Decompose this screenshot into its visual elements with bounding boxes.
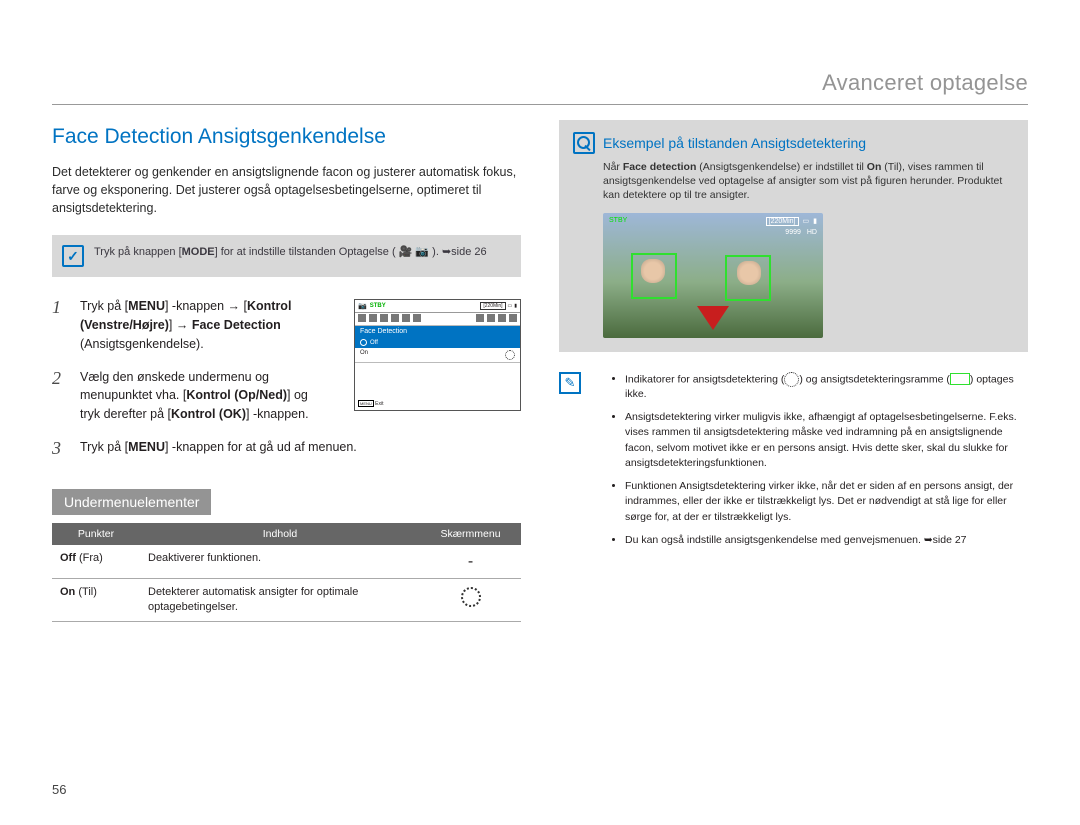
mode-callout: ✓ Tryk på knappen [MODE] for at indstill… (52, 235, 521, 277)
down-arrow-icon (697, 306, 729, 330)
table-header: Punkter (52, 523, 140, 545)
face-detect-icon (784, 372, 799, 387)
submenu-table: Punkter Indhold Skærmmenu Off (Fra) Deak… (52, 523, 521, 622)
note-icon: ✎ (559, 372, 581, 394)
page-title: Face Detection Ansigtsgenkendelse (52, 125, 521, 149)
left-column: Face Detection Ansigtsgenkendelse Det de… (52, 115, 521, 622)
step-1-text: Tryk på [MENU] -knappen → [Kontrol (Vens… (80, 297, 325, 353)
header-rule (52, 104, 1028, 105)
example-callout: Eksempel på tilstanden Ansigtsdetekterin… (559, 120, 1028, 352)
menu-off-row: Off (355, 337, 520, 348)
submenu-header: Undermenuelementer (52, 489, 211, 515)
magnifier-icon (573, 132, 595, 154)
step-number: 3 (52, 438, 68, 459)
step-2-text: Vælg den ønskede undermenu og menupunkte… (80, 368, 325, 424)
example-title: Eksempel på tilstanden Ansigtsdetekterin… (603, 135, 866, 151)
face-detect-frame (725, 255, 771, 301)
section-header: Avanceret optagelse (52, 70, 1028, 96)
mode-callout-text: Tryk på knappen [MODE] for at indstille … (94, 245, 487, 260)
notes-block: ✎ Indikatorer for ansigtsdetektering () … (559, 372, 1028, 556)
check-icon: ✓ (62, 245, 84, 267)
note-item: Funktionen Ansigtsdetektering virker ikk… (625, 479, 1028, 525)
face-detect-icon (461, 587, 481, 607)
step-number: 2 (52, 368, 68, 389)
page-number: 56 (52, 782, 66, 797)
menu-on-row: On (355, 348, 520, 363)
example-photo: STBY [220Min] ▭▮ 9999 HD (603, 213, 823, 338)
step-3: 3 Tryk på [MENU] -knappen for at gå ud a… (52, 438, 521, 459)
note-item: Du kan også indstille ansigtsgenkendelse… (625, 533, 1028, 548)
step-3-text: Tryk på [MENU] -knappen for at gå ud af … (80, 438, 357, 457)
menu-face-detection-row: Face Detection (355, 326, 520, 337)
photo-stby-label: STBY (609, 217, 627, 224)
face-detect-frame (631, 253, 677, 299)
table-row: On (Til) Detekterer automatisk ansigter … (52, 579, 521, 622)
menu-screenshot: 📷STBY [220Min]▭▮ Face Detection Off On M… (354, 299, 521, 411)
note-item: Indikatorer for ansigtsdetektering () og… (625, 372, 1028, 403)
face-frame-icon (950, 373, 970, 385)
example-body: Når Face detection (Ansigtsgenkendelse) … (603, 160, 1014, 203)
table-header: Skærmmenu (420, 523, 521, 545)
right-column: Eksempel på tilstanden Ansigtsdetekterin… (559, 115, 1028, 622)
table-row: Off (Fra) Deaktiverer funktionen. - (52, 545, 521, 579)
note-item: Ansigtsdetektering virker muligvis ikke,… (625, 410, 1028, 471)
step-number: 1 (52, 297, 68, 318)
intro-paragraph: Det detekterer og genkender en ansigtsli… (52, 163, 521, 217)
menu-exit-label: MENU Exit (358, 401, 384, 407)
table-header: Indhold (140, 523, 420, 545)
